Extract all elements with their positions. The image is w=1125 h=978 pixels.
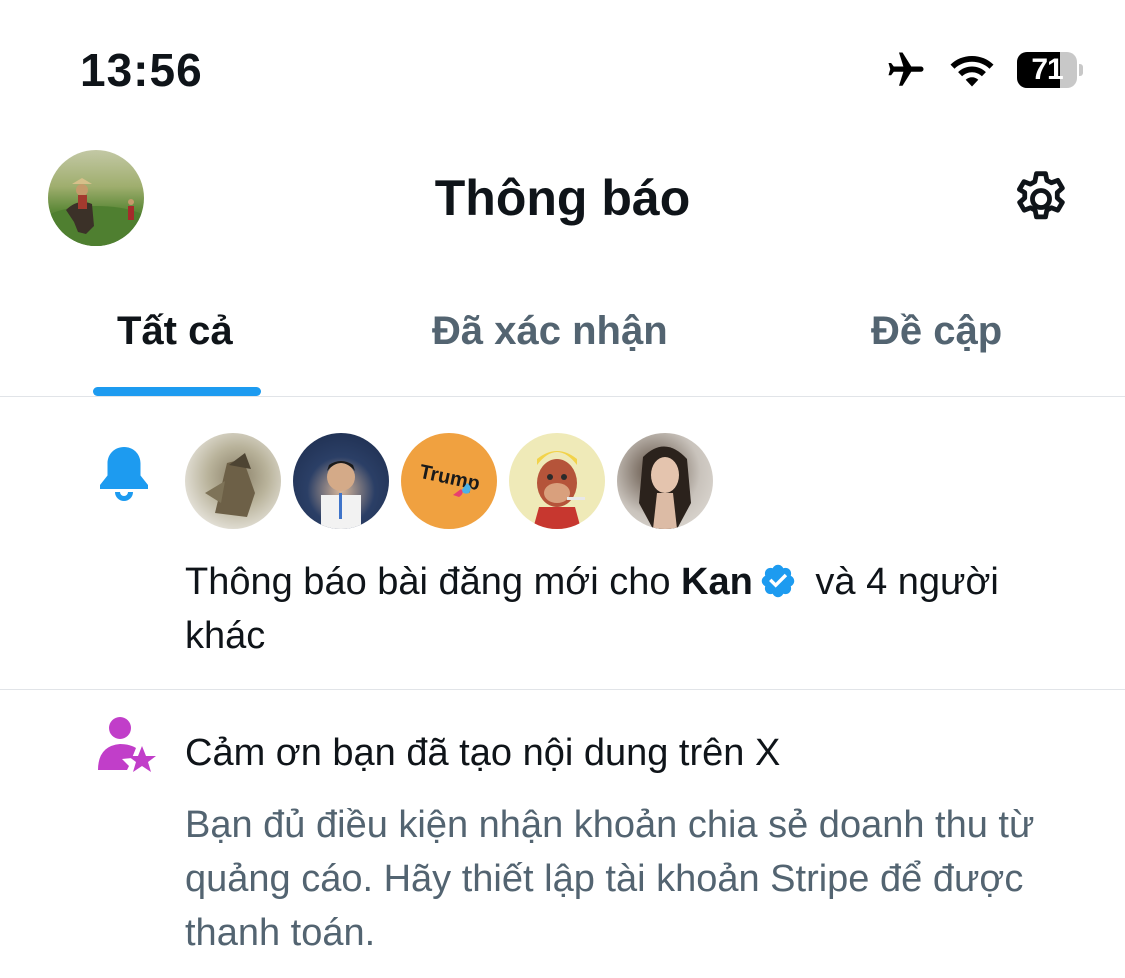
settings-button[interactable]	[1006, 164, 1076, 234]
avatar[interactable]	[293, 433, 389, 529]
tab-all[interactable]: Tất cả	[117, 308, 233, 354]
avatar[interactable]	[509, 433, 605, 529]
active-tab-indicator	[93, 387, 261, 396]
battery-icon: 71	[1017, 52, 1083, 88]
user-name-link[interactable]: Kan	[681, 561, 753, 603]
avatar-ape-picture	[533, 451, 585, 529]
avatar[interactable]	[185, 433, 281, 529]
status-icons: 71	[885, 48, 1083, 92]
tab-verified[interactable]: Đã xác nhận	[432, 308, 668, 354]
page-title: Thông báo	[434, 170, 691, 226]
battery-cap	[1079, 64, 1083, 76]
notification-new-posts[interactable]: Trump Thông báo bài đăng mới cho Kan và …	[0, 397, 1125, 689]
header: Thông báo	[0, 140, 1125, 260]
battery-body: 71	[1017, 52, 1078, 88]
tab-mentions[interactable]: Đề cập	[871, 308, 1002, 354]
notification-body: Bạn đủ điều kiện nhận khoản chia sẻ doan…	[185, 804, 1035, 954]
airplane-icon	[888, 52, 924, 86]
avatar-woman-picture	[639, 446, 691, 529]
avatars-row: Trump	[185, 433, 713, 529]
avatar[interactable]	[617, 433, 713, 529]
avatar-swoosh-picture	[453, 483, 471, 497]
bell-icon	[100, 447, 148, 501]
gear-icon	[1017, 171, 1065, 220]
battery-level: 71	[1031, 53, 1063, 86]
avatar-person-picture	[321, 461, 361, 529]
wifi-icon	[950, 56, 994, 87]
notification-title: Cảm ơn bạn đã tạo nội dung trên X	[185, 732, 781, 774]
notification-prefix: Thông báo bài đăng mới cho	[185, 561, 682, 603]
status-time: 13:56	[80, 44, 203, 96]
notification-tabs: Tất cả Đã xác nhận Đề cập	[0, 290, 1125, 396]
status-bar: 13:56 71	[0, 0, 1125, 130]
creator-star-icon	[98, 717, 156, 772]
avatar[interactable]: Trump	[401, 433, 497, 529]
notification-creator-revenue[interactable]: Cảm ơn bạn đã tạo nội dung trên X Bạn đủ…	[0, 690, 1125, 978]
avatar-warrior-picture	[205, 453, 255, 517]
verified-badge-icon	[761, 564, 795, 598]
notification-text: Thông báo bài đăng mới cho Kan và 4 ngườ…	[185, 555, 1045, 663]
